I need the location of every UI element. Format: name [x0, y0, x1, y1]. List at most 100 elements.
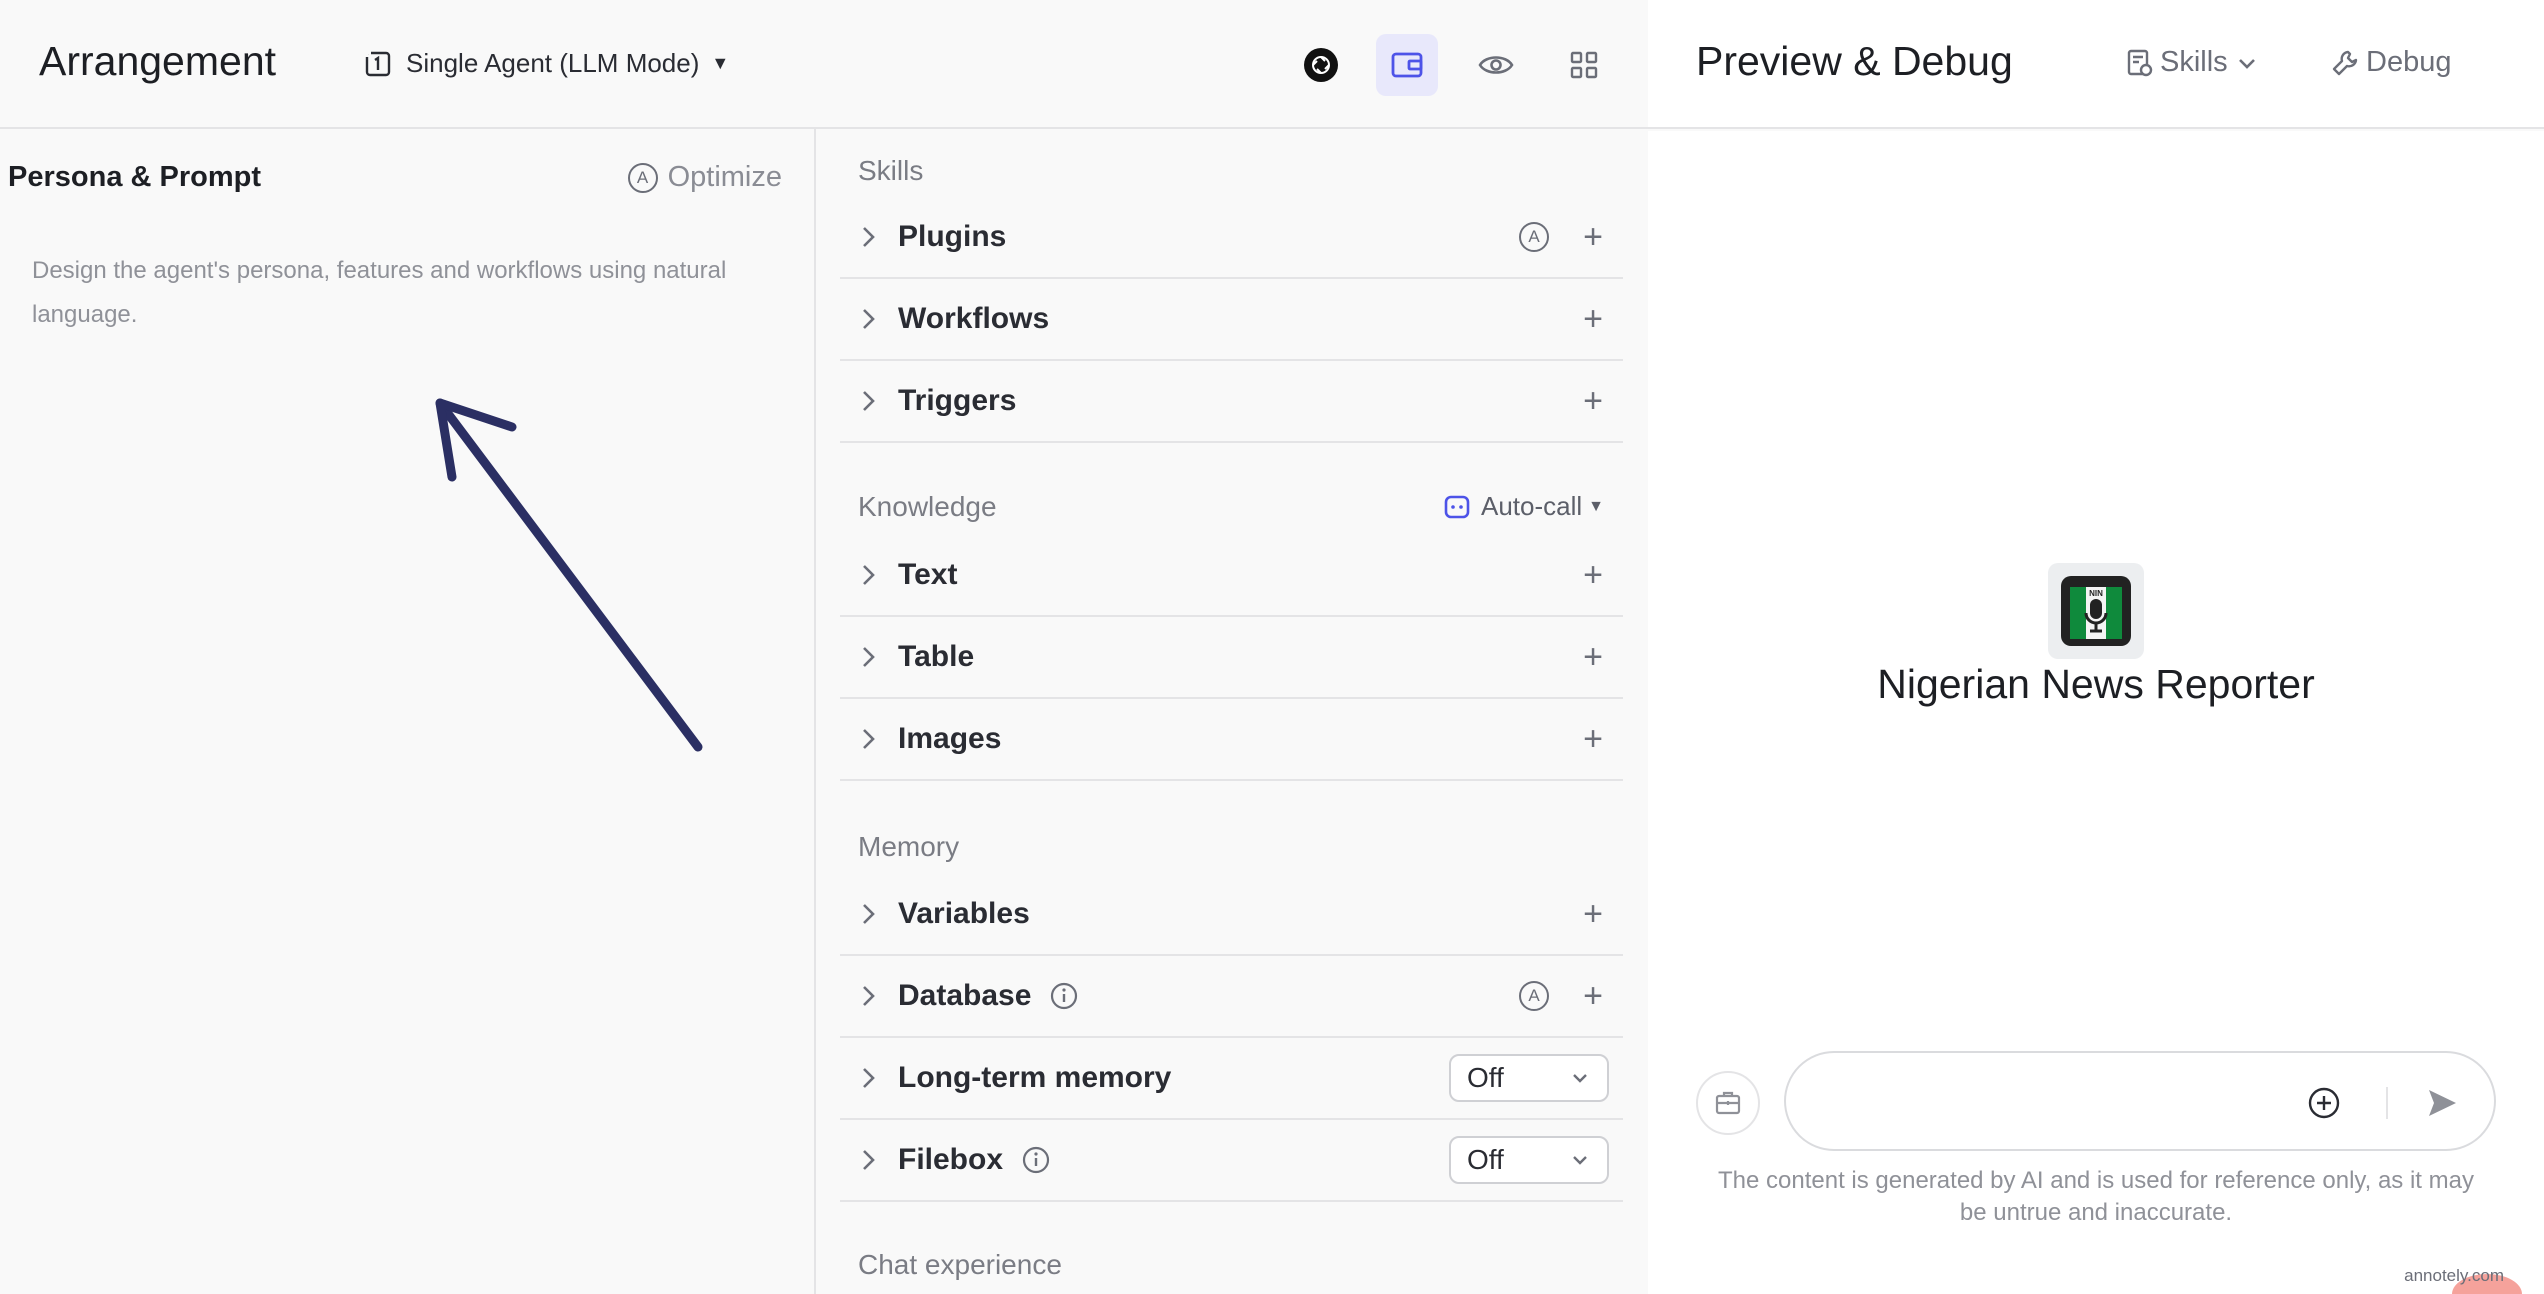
- add-table-icon[interactable]: +: [1573, 637, 1613, 677]
- triggers-label: Triggers: [898, 384, 1017, 417]
- filebox-select[interactable]: Off: [1449, 1136, 1609, 1184]
- ai-auto-add-icon[interactable]: A: [1519, 981, 1549, 1011]
- toolbox-button[interactable]: [1696, 1071, 1760, 1135]
- optimize-button[interactable]: A Optimize: [627, 161, 782, 194]
- wallet-card-icon: [1391, 52, 1423, 78]
- skill-row-workflows[interactable]: Workflows +: [840, 279, 1623, 361]
- auto-call-icon: [1444, 495, 1470, 518]
- watermark: annotely.com: [2404, 1266, 2522, 1294]
- toolbox-icon: [1715, 1091, 1741, 1115]
- wrench-icon: [2332, 50, 2358, 75]
- add-database-icon[interactable]: +: [1573, 976, 1613, 1016]
- arrangement-header: Arrangement Single Agent (LLM Mode) ▼: [0, 0, 1648, 129]
- persona-title: Persona & Prompt: [8, 161, 261, 193]
- persona-prompt-editor[interactable]: Design the agent's persona, features and…: [32, 249, 802, 337]
- preview-panel: NIN Nigerian News Reporter The content i…: [1648, 131, 2544, 1294]
- annotation-arrow-icon: [435, 398, 703, 752]
- auto-call-dropdown[interactable]: Auto-call ▼: [1443, 491, 1604, 522]
- chevron-right-icon: [852, 388, 886, 414]
- debug-label: Debug: [2366, 46, 2452, 78]
- memory-row-variables[interactable]: Variables +: [840, 874, 1623, 956]
- add-attachment-icon[interactable]: [2304, 1083, 2344, 1123]
- knowledge-heading: Knowledge: [858, 491, 997, 522]
- ai-auto-add-icon[interactable]: A: [1519, 222, 1549, 252]
- chevron-right-icon: [852, 306, 886, 332]
- input-divider: [2386, 1087, 2388, 1119]
- caret-down-icon: ▼: [1588, 497, 1604, 515]
- send-icon[interactable]: [2420, 1081, 2464, 1125]
- preview-header: Preview & Debug Skills Debug: [1648, 0, 2544, 129]
- chevron-down-icon: [1573, 1074, 1587, 1083]
- debug-button[interactable]: Debug: [2330, 46, 2451, 79]
- skills-dropdown[interactable]: Skills: [2124, 46, 2266, 79]
- preview-eye-button[interactable]: [1465, 34, 1527, 96]
- add-images-icon[interactable]: +: [1573, 719, 1613, 759]
- agent-mode-label: Single Agent (LLM Mode): [406, 48, 700, 78]
- text-label: Text: [898, 558, 958, 591]
- chevron-right-icon: [852, 224, 886, 250]
- preview-title: Preview & Debug: [1696, 38, 2013, 84]
- add-text-icon[interactable]: +: [1573, 555, 1613, 595]
- config-panel: Skills Plugins A + Workflows + Triggers …: [818, 129, 1648, 1294]
- memory-row-database[interactable]: Database A +: [840, 956, 1623, 1038]
- skill-row-plugins[interactable]: Plugins A +: [840, 197, 1623, 279]
- grid-apps-button[interactable]: [1553, 34, 1615, 96]
- knowledge-row-text[interactable]: Text +: [840, 535, 1623, 617]
- watermark-text: annotely.com: [2404, 1266, 2504, 1285]
- persona-panel: Persona & Prompt A Optimize Design the a…: [0, 129, 816, 1294]
- table-label: Table: [898, 640, 975, 673]
- chat-experience-heading: Chat experience: [858, 1249, 1062, 1280]
- knowledge-row-table[interactable]: Table +: [840, 617, 1623, 699]
- chevron-down-icon: [2238, 58, 2255, 69]
- long-term-memory-label: Long-term memory: [898, 1061, 1172, 1094]
- chat-input[interactable]: [1816, 1077, 2316, 1127]
- chevron-right-icon: [852, 983, 886, 1009]
- memory-row-filebox[interactable]: Filebox Off: [840, 1120, 1623, 1202]
- openai-model-icon: [1304, 48, 1338, 82]
- auto-call-label: Auto-call: [1481, 491, 1583, 521]
- chevron-right-icon: [852, 1147, 886, 1173]
- add-workflow-icon[interactable]: +: [1573, 299, 1613, 339]
- agent-mode-icon: [365, 51, 391, 76]
- chevron-right-icon: [852, 1065, 886, 1091]
- add-trigger-icon[interactable]: +: [1573, 381, 1613, 421]
- filebox-label: Filebox: [898, 1143, 1004, 1176]
- ai-disclaimer: The content is generated by AI and is us…: [1718, 1167, 2474, 1226]
- add-plugin-icon[interactable]: +: [1573, 217, 1613, 257]
- memory-row-long-term[interactable]: Long-term memory Off: [840, 1038, 1623, 1120]
- skills-doc-icon: [2127, 49, 2153, 76]
- microphone-flag-avatar-icon: NIN: [2061, 576, 2131, 646]
- page-title: Arrangement: [39, 38, 277, 84]
- skill-row-triggers[interactable]: Triggers +: [840, 361, 1623, 443]
- chevron-right-icon: [852, 562, 886, 588]
- eye-icon: [1478, 56, 1514, 74]
- database-label: Database: [898, 979, 1032, 1012]
- grid-icon: [1570, 51, 1598, 79]
- avatar-text: NIN: [2089, 589, 2103, 598]
- chat-input-box[interactable]: [1784, 1051, 2496, 1151]
- add-variable-icon[interactable]: +: [1573, 894, 1613, 934]
- chevron-right-icon: [852, 726, 886, 752]
- skills-label: Skills: [2160, 46, 2228, 78]
- app-root: Arrangement Single Agent (LLM Mode) ▼ Pr…: [0, 0, 2544, 1294]
- memory-heading: Memory: [858, 831, 960, 862]
- wallet-card-button[interactable]: [1376, 34, 1438, 96]
- info-icon[interactable]: [1049, 981, 1079, 1011]
- long-term-memory-value: Off: [1467, 1062, 1504, 1093]
- caret-down-icon: ▼: [711, 53, 730, 73]
- skills-heading: Skills: [858, 155, 924, 186]
- images-label: Images: [898, 722, 1002, 755]
- chevron-right-icon: [852, 644, 886, 670]
- model-button[interactable]: [1290, 34, 1352, 96]
- plugins-label: Plugins: [898, 220, 1007, 253]
- chevron-right-icon: [852, 901, 886, 927]
- long-term-memory-select[interactable]: Off: [1449, 1054, 1609, 1102]
- info-icon[interactable]: [1021, 1145, 1051, 1175]
- agent-mode-selector[interactable]: Single Agent (LLM Mode) ▼: [364, 48, 729, 79]
- bot-avatar: NIN: [2048, 563, 2144, 659]
- chevron-down-icon: [1573, 1156, 1587, 1165]
- workflows-label: Workflows: [898, 302, 1050, 335]
- optimize-label: Optimize: [667, 161, 782, 193]
- knowledge-row-images[interactable]: Images +: [840, 699, 1623, 781]
- bot-name: Nigerian News Reporter: [1877, 661, 2315, 707]
